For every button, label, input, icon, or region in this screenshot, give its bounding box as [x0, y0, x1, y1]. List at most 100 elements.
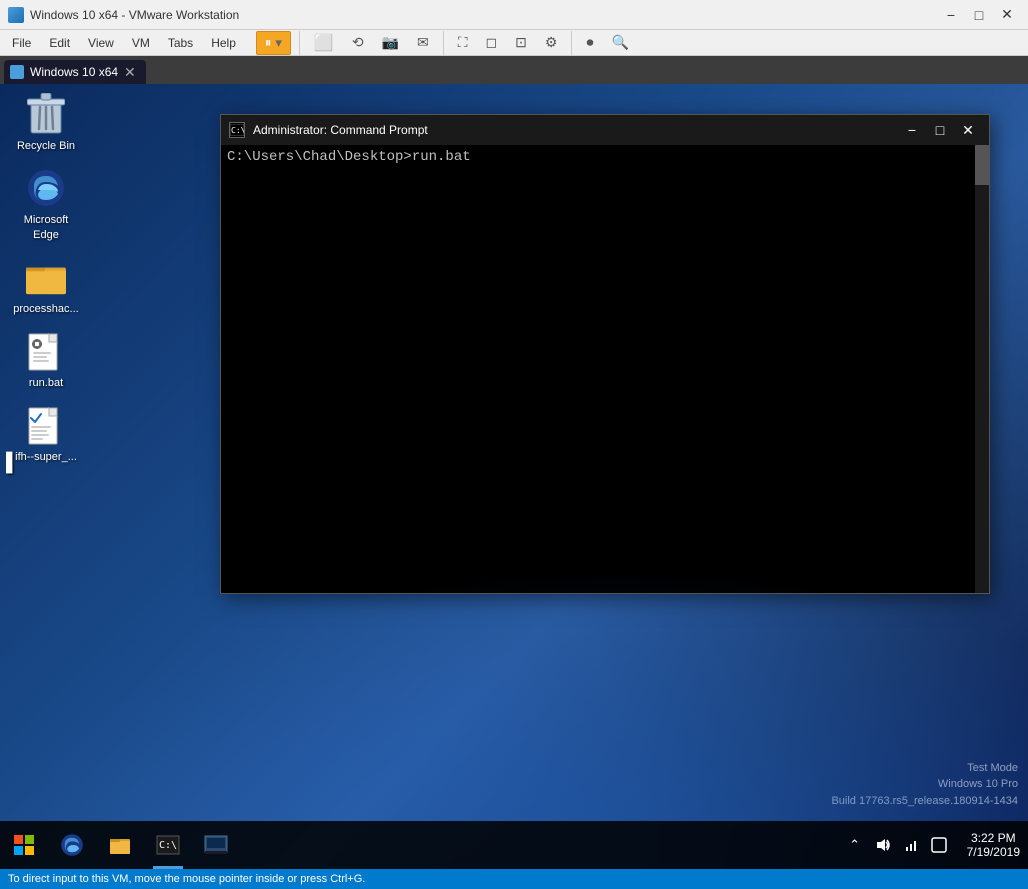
ifh-image: [26, 405, 66, 445]
cmd-body[interactable]: C:\Users\Chad\Desktop>run.bat: [221, 145, 989, 593]
vm-content[interactable]: Recycle Bin Microsoft Edge: [0, 84, 1028, 869]
runbat-svg: [27, 330, 65, 372]
clock-date: 7/19/2019: [967, 845, 1020, 859]
edge-image: [26, 168, 66, 208]
edge-svg: [26, 168, 66, 208]
system-tray: ⌃: [835, 821, 959, 869]
status-text: To direct input to this VM, move the mou…: [8, 873, 365, 885]
windows-desktop[interactable]: Recycle Bin Microsoft Edge: [0, 84, 1028, 869]
tab-bar: Windows 10 x64 ✕: [0, 56, 1028, 84]
start-sq-3: [14, 846, 23, 855]
runbat-image: [26, 331, 66, 371]
menu-vm[interactable]: VM: [124, 34, 158, 52]
edge-label: Microsoft Edge: [10, 212, 82, 243]
power-button[interactable]: ⏸ ▾: [256, 31, 291, 55]
prefs-button[interactable]: ⚙: [539, 29, 564, 57]
volume-svg: [875, 837, 891, 853]
taskbar-vm-button[interactable]: [192, 821, 240, 869]
recycle-bin-svg: [27, 93, 65, 135]
tab-vm-icon: [10, 65, 24, 79]
snapshot-button[interactable]: 📷: [376, 29, 405, 57]
taskbar-edge-button[interactable]: [48, 821, 96, 869]
maximize-button[interactable]: □: [966, 5, 992, 25]
taskbar-vm-icon: [204, 835, 228, 855]
svg-text:C:\: C:\: [231, 126, 244, 135]
edge-icon-desktop[interactable]: Microsoft Edge: [10, 168, 82, 243]
menu-bar: File Edit View VM Tabs Help ⏸ ▾ ⬜ ⟲ 📷 ✉ …: [0, 30, 1028, 56]
watermark-line2: Windows 10 Pro: [831, 776, 1018, 793]
menu-edit[interactable]: Edit: [41, 34, 78, 52]
folder-image: [26, 257, 66, 297]
windows-watermark: Test Mode Windows 10 Pro Build 17763.rs5…: [831, 760, 1018, 810]
cmd-close-button[interactable]: ✕: [955, 120, 981, 140]
vmware-icon: [8, 7, 24, 23]
start-sq-2: [25, 835, 34, 844]
tray-notification-icon[interactable]: [927, 833, 951, 857]
processhac-label: processhac...: [10, 301, 81, 317]
runbat-label: run.bat: [26, 375, 66, 391]
ifh-icon-desktop[interactable]: ifh--super_...: [10, 405, 82, 465]
menu-view[interactable]: View: [80, 34, 122, 52]
desktop-icons: Recycle Bin Microsoft Edge: [10, 94, 82, 466]
tab-label: Windows 10 x64: [30, 65, 118, 79]
recycle-bin-icon-desktop[interactable]: Recycle Bin: [10, 94, 82, 154]
msg-button[interactable]: ✉: [411, 29, 435, 57]
ifh-svg: [27, 404, 65, 446]
watermark-line1: Test Mode: [831, 760, 1018, 777]
cmd-minimize-button[interactable]: −: [899, 120, 925, 140]
tab-close-button[interactable]: ✕: [124, 64, 136, 81]
taskbar: C:\ ⌃: [0, 821, 1028, 869]
notification-svg: [931, 837, 947, 853]
cursor-indicator: ▌: [6, 452, 19, 473]
start-logo: [14, 835, 34, 855]
taskbar-cmd-icon: C:\: [156, 835, 180, 855]
tray-chevron-icon[interactable]: ⌃: [843, 833, 867, 857]
start-button[interactable]: [0, 821, 48, 869]
cmd-title-text: Administrator: Command Prompt: [253, 123, 891, 137]
vmware-workstation: Windows 10 x64 - VMware Workstation − □ …: [0, 0, 1028, 889]
unity-button[interactable]: ◻: [480, 29, 504, 57]
cmd-window-controls: − □ ✕: [899, 120, 981, 140]
status-bar: To direct input to this VM, move the mou…: [0, 869, 1028, 889]
cmd-title-bar: C:\ Administrator: Command Prompt − □ ✕: [221, 115, 989, 145]
menu-tabs[interactable]: Tabs: [160, 34, 201, 52]
send-key-button[interactable]: ⟲: [346, 29, 370, 57]
watermark-line3: Build 17763.rs5_release.180914-1434: [831, 793, 1018, 810]
close-button[interactable]: ✕: [994, 5, 1020, 25]
fullscreen-button[interactable]: ⛶: [452, 29, 474, 57]
svg-text:C:\: C:\: [159, 840, 177, 851]
menu-file[interactable]: File: [4, 34, 39, 52]
start-sq-4: [25, 846, 34, 855]
cmd-window-icon: C:\: [229, 122, 245, 138]
cmd-scrollthumb[interactable]: [975, 145, 989, 185]
window-controls: − □ ✕: [938, 5, 1020, 25]
window-title: Windows 10 x64 - VMware Workstation: [30, 8, 938, 22]
taskbar-cmd-button[interactable]: C:\: [144, 821, 192, 869]
recycle-bin-label: Recycle Bin: [14, 138, 78, 154]
start-sq-1: [14, 835, 23, 844]
tray-volume-icon[interactable]: [871, 833, 895, 857]
system-clock[interactable]: 3:22 PM 7/19/2019: [959, 821, 1028, 869]
cmd-prompt-text: C:\Users\Chad\Desktop>run.bat: [227, 149, 983, 165]
vm-tab[interactable]: Windows 10 x64 ✕: [4, 60, 146, 84]
record-button[interactable]: ⏺: [580, 29, 599, 57]
power-dropdown-icon: ▾: [275, 35, 282, 51]
cmd-maximize-button[interactable]: □: [927, 120, 953, 140]
taskbar-explorer-button[interactable]: [96, 821, 144, 869]
folder-svg: [26, 259, 66, 295]
power-icon: ⏸: [265, 35, 272, 51]
runbat-icon-desktop[interactable]: run.bat: [10, 331, 82, 391]
minimize-button[interactable]: −: [938, 5, 964, 25]
network-svg: [903, 837, 919, 853]
cmd-scrollbar[interactable]: [975, 145, 989, 593]
menu-help[interactable]: Help: [203, 34, 244, 52]
cmd-window[interactable]: C:\ Administrator: Command Prompt − □ ✕ …: [220, 114, 990, 594]
taskbar-explorer-icon: [108, 833, 132, 857]
tray-network-icon[interactable]: [899, 833, 923, 857]
taskbar-edge-icon: [60, 833, 84, 857]
cmd-icon-svg: C:\: [230, 124, 244, 136]
processhac-folder-desktop[interactable]: processhac...: [10, 257, 82, 317]
multimon-button[interactable]: ⊡: [509, 29, 533, 57]
zoom-button[interactable]: 🔍: [605, 29, 634, 57]
stretch-button[interactable]: ⬜: [308, 29, 340, 57]
